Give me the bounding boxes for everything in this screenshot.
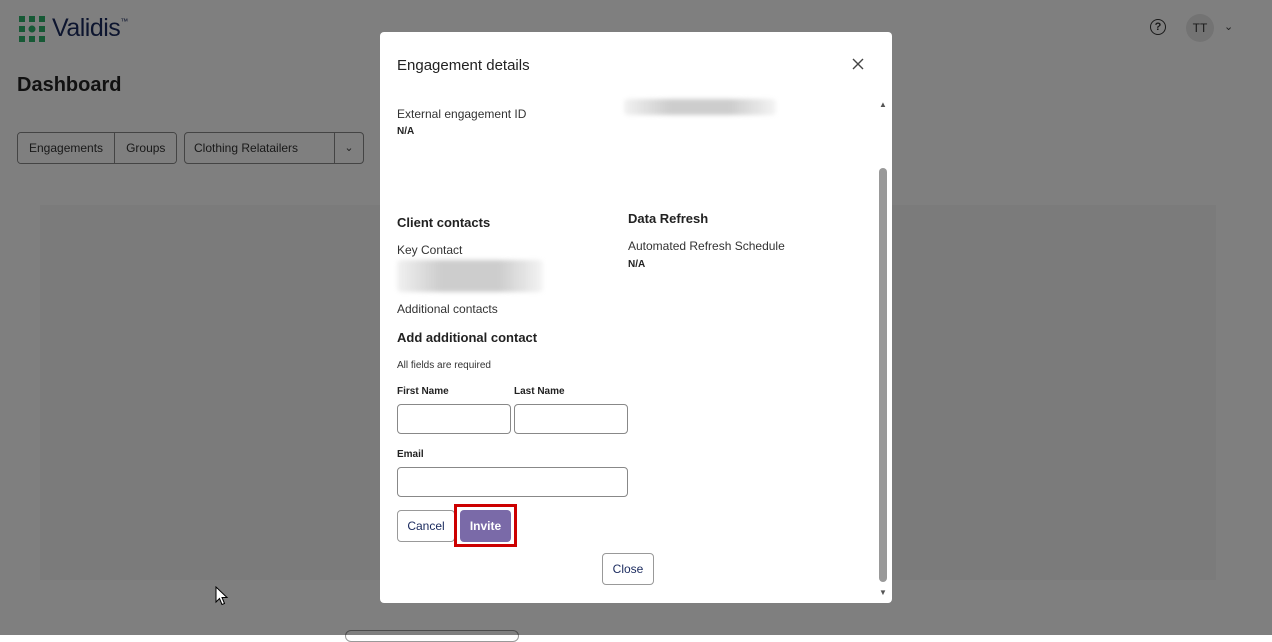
- modal-title: Engagement details: [397, 57, 530, 74]
- redacted-value: [624, 99, 776, 115]
- close-icon[interactable]: [850, 56, 866, 72]
- add-contact-heading: Add additional contact: [397, 330, 538, 345]
- refresh-schedule-label: Automated Refresh Schedule: [628, 239, 785, 253]
- invite-button[interactable]: Invite: [460, 510, 511, 542]
- key-contact-label: Key Contact: [397, 243, 463, 257]
- email-input[interactable]: [397, 467, 628, 497]
- external-id-value: N/A: [397, 126, 415, 137]
- engagement-details-modal: Engagement details External engagement I…: [380, 32, 892, 603]
- last-name-input[interactable]: [514, 404, 628, 434]
- first-name-label: First Name: [397, 386, 449, 397]
- client-contacts-heading: Client contacts: [397, 215, 491, 230]
- scroll-down-icon[interactable]: ▼: [879, 588, 887, 597]
- close-button[interactable]: Close: [602, 553, 654, 585]
- first-name-input[interactable]: [397, 404, 511, 434]
- redacted-key-contact: [397, 260, 543, 292]
- required-note: All fields are required: [397, 360, 491, 371]
- scrollbar-thumb[interactable]: [879, 168, 887, 582]
- refresh-schedule-value: N/A: [628, 259, 646, 270]
- mouse-cursor-icon: [215, 586, 229, 606]
- additional-contacts-label: Additional contacts: [397, 302, 498, 316]
- last-name-label: Last Name: [514, 386, 565, 397]
- modal-scrollbar[interactable]: ▲ ▼: [877, 100, 891, 600]
- cancel-button[interactable]: Cancel: [397, 510, 455, 542]
- data-refresh-heading: Data Refresh: [628, 211, 709, 226]
- external-id-label: External engagement ID: [397, 107, 527, 121]
- scroll-up-icon[interactable]: ▲: [879, 100, 887, 109]
- email-label: Email: [397, 449, 424, 460]
